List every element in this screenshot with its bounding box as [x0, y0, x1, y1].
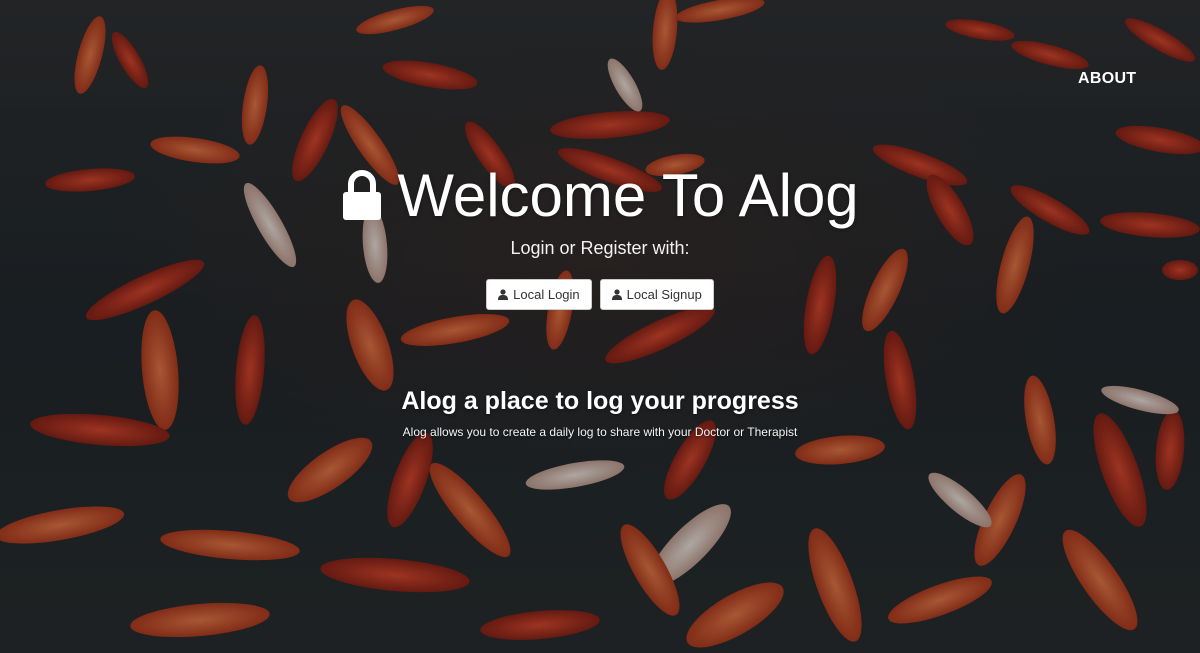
- nav-about-link[interactable]: ABOUT: [1078, 70, 1136, 88]
- user-icon: [611, 289, 622, 300]
- local-signup-label: Local Signup: [626, 287, 702, 302]
- page-title: Welcome To Alog: [341, 160, 859, 232]
- local-login-button[interactable]: Local Login: [486, 279, 592, 310]
- login-prompt: Login or Register with:: [510, 238, 690, 258]
- local-login-label: Local Login: [513, 287, 580, 302]
- lock-icon: [343, 170, 382, 220]
- tagline-description: Alog allows you to create a daily log to…: [402, 425, 798, 439]
- tagline-heading: Alog a place to log your progress: [401, 387, 799, 415]
- page-title-text: Welcome To Alog: [397, 162, 859, 229]
- hero-section: Welcome To Alog Login or Register with: …: [0, 160, 1200, 310]
- background-overlay: [0, 0, 1200, 653]
- tagline-section: Alog a place to log your progress Alog a…: [0, 385, 1200, 439]
- user-icon: [498, 289, 509, 300]
- local-signup-button[interactable]: Local Signup: [599, 279, 714, 310]
- auth-buttons: Local Login Local Signup: [0, 279, 1200, 310]
